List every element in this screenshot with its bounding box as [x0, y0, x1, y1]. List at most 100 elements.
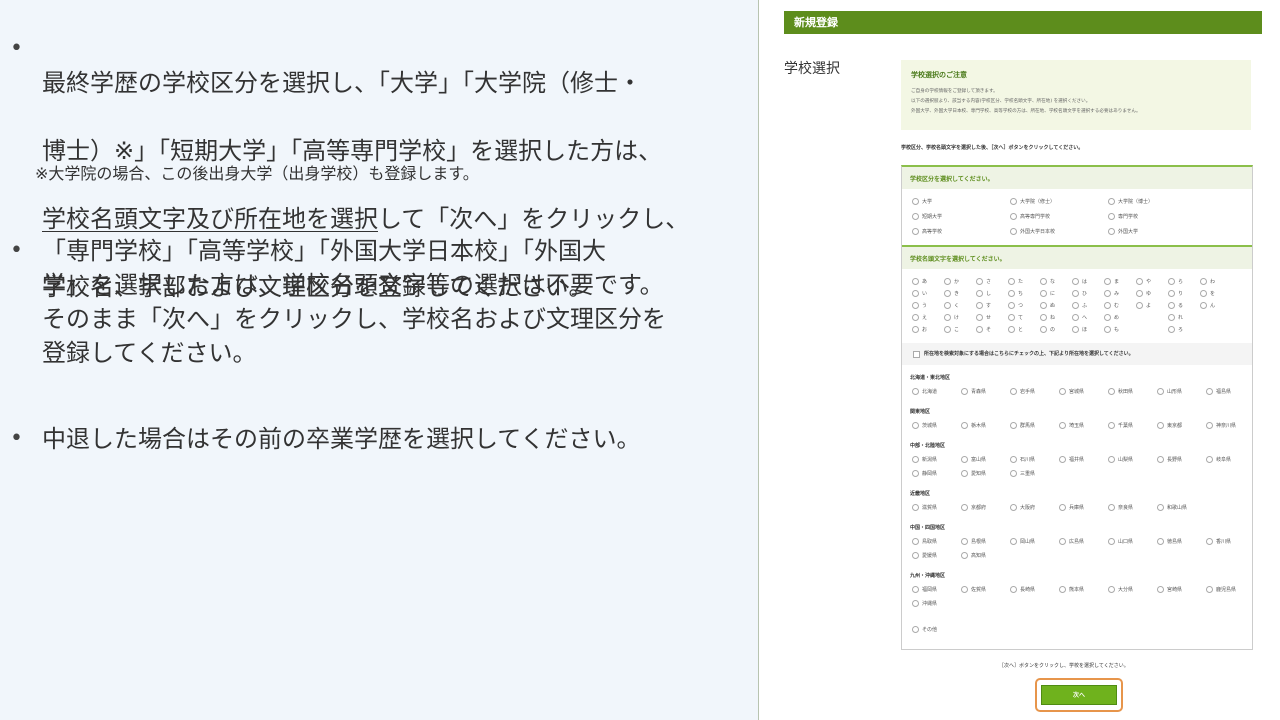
initial-radio[interactable]: そ: [976, 326, 991, 333]
radio-icon[interactable]: [1206, 422, 1213, 429]
radio-icon[interactable]: [1136, 290, 1143, 297]
radio-icon[interactable]: [1200, 290, 1207, 297]
radio-icon[interactable]: [944, 326, 951, 333]
radio-icon[interactable]: [1104, 314, 1111, 321]
initial-radio[interactable]: も: [1104, 326, 1119, 333]
radio-icon[interactable]: [1040, 326, 1047, 333]
initial-radio[interactable]: え: [912, 314, 927, 321]
radio-icon[interactable]: [1104, 278, 1111, 285]
radio-icon[interactable]: [1108, 228, 1115, 235]
radio-icon[interactable]: [1157, 388, 1164, 395]
prefecture-radio[interactable]: その他: [912, 626, 937, 633]
radio-icon[interactable]: [1136, 278, 1143, 285]
prefecture-radio[interactable]: 新潟県: [912, 456, 937, 463]
initial-radio[interactable]: こ: [944, 326, 959, 333]
radio-icon[interactable]: [1157, 538, 1164, 545]
prefecture-radio[interactable]: 熊本県: [1059, 586, 1084, 593]
initial-radio[interactable]: ち: [1008, 290, 1023, 297]
initial-radio[interactable]: ぬ: [1040, 302, 1055, 309]
radio-icon[interactable]: [1168, 278, 1175, 285]
prefecture-radio[interactable]: 滋賀県: [912, 504, 937, 511]
radio-icon[interactable]: [1108, 422, 1115, 429]
prefecture-radio[interactable]: 岐阜県: [1206, 456, 1231, 463]
initial-radio[interactable]: へ: [1072, 314, 1087, 321]
initial-radio[interactable]: と: [1008, 326, 1023, 333]
radio-icon[interactable]: [1059, 456, 1066, 463]
initial-radio[interactable]: は: [1072, 278, 1087, 285]
radio-icon[interactable]: [912, 538, 919, 545]
prefecture-radio[interactable]: 佐賀県: [961, 586, 986, 593]
prefecture-radio[interactable]: 愛媛県: [912, 552, 937, 559]
initial-radio[interactable]: ら: [1168, 278, 1183, 285]
radio-icon[interactable]: [1040, 290, 1047, 297]
radio-icon[interactable]: [961, 586, 968, 593]
radio-icon[interactable]: [1136, 302, 1143, 309]
radio-icon[interactable]: [1010, 422, 1017, 429]
initial-radio[interactable]: れ: [1168, 314, 1183, 321]
prefecture-radio[interactable]: 宮崎県: [1157, 586, 1182, 593]
radio-icon[interactable]: [1168, 314, 1175, 321]
radio-icon[interactable]: [944, 290, 951, 297]
radio-icon[interactable]: [1157, 456, 1164, 463]
initial-radio[interactable]: り: [1168, 290, 1183, 297]
radio-icon[interactable]: [1108, 388, 1115, 395]
radio-icon[interactable]: [1040, 278, 1047, 285]
initial-radio[interactable]: ゆ: [1136, 290, 1151, 297]
radio-icon[interactable]: [1010, 456, 1017, 463]
initial-radio[interactable]: む: [1104, 302, 1119, 309]
next-button[interactable]: 次へ: [1041, 685, 1117, 705]
radio-icon[interactable]: [1059, 538, 1066, 545]
prefecture-radio[interactable]: 大分県: [1108, 586, 1133, 593]
initial-radio[interactable]: ま: [1104, 278, 1119, 285]
radio-icon[interactable]: [1104, 302, 1111, 309]
school-type-radio[interactable]: 高等学校: [912, 228, 942, 235]
location-checkbox[interactable]: [913, 351, 920, 358]
prefecture-radio[interactable]: 神奈川県: [1206, 422, 1236, 429]
school-type-radio[interactable]: 専門学校: [1108, 213, 1138, 220]
radio-icon[interactable]: [1108, 586, 1115, 593]
school-type-radio[interactable]: 外国大学: [1108, 228, 1138, 235]
initial-radio[interactable]: あ: [912, 278, 927, 285]
prefecture-radio[interactable]: 山梨県: [1108, 456, 1133, 463]
initial-radio[interactable]: み: [1104, 290, 1119, 297]
initial-radio[interactable]: に: [1040, 290, 1055, 297]
radio-icon[interactable]: [1206, 388, 1213, 395]
radio-icon[interactable]: [1010, 228, 1017, 235]
radio-icon[interactable]: [1059, 504, 1066, 511]
prefecture-radio[interactable]: 群馬県: [1010, 422, 1035, 429]
radio-icon[interactable]: [1104, 290, 1111, 297]
radio-icon[interactable]: [1010, 504, 1017, 511]
prefecture-radio[interactable]: 愛知県: [961, 470, 986, 477]
initial-radio[interactable]: せ: [976, 314, 991, 321]
school-type-radio[interactable]: 大学院（修士）: [1010, 198, 1055, 205]
prefecture-radio[interactable]: 岡山県: [1010, 538, 1035, 545]
prefecture-radio[interactable]: 山形県: [1157, 388, 1182, 395]
prefecture-radio[interactable]: 京都府: [961, 504, 986, 511]
radio-icon[interactable]: [1200, 278, 1207, 285]
radio-icon[interactable]: [1008, 314, 1015, 321]
radio-icon[interactable]: [976, 290, 983, 297]
radio-icon[interactable]: [1010, 388, 1017, 395]
radio-icon[interactable]: [976, 326, 983, 333]
school-type-radio[interactable]: 短期大学: [912, 213, 942, 220]
prefecture-radio[interactable]: 広島県: [1059, 538, 1084, 545]
prefecture-radio[interactable]: 東京都: [1157, 422, 1182, 429]
prefecture-radio[interactable]: 島根県: [961, 538, 986, 545]
radio-icon[interactable]: [1072, 326, 1079, 333]
initial-radio[interactable]: ひ: [1072, 290, 1087, 297]
radio-icon[interactable]: [912, 326, 919, 333]
school-type-radio[interactable]: 外国大学日本校: [1010, 228, 1055, 235]
initial-radio[interactable]: な: [1040, 278, 1055, 285]
radio-icon[interactable]: [912, 198, 919, 205]
initial-radio[interactable]: め: [1104, 314, 1119, 321]
prefecture-radio[interactable]: 福岡県: [912, 586, 937, 593]
radio-icon[interactable]: [1010, 538, 1017, 545]
initial-radio[interactable]: い: [912, 290, 927, 297]
radio-icon[interactable]: [912, 586, 919, 593]
radio-icon[interactable]: [944, 302, 951, 309]
radio-icon[interactable]: [1206, 456, 1213, 463]
initial-radio[interactable]: て: [1008, 314, 1023, 321]
radio-icon[interactable]: [912, 302, 919, 309]
radio-icon[interactable]: [961, 470, 968, 477]
initial-radio[interactable]: け: [944, 314, 959, 321]
